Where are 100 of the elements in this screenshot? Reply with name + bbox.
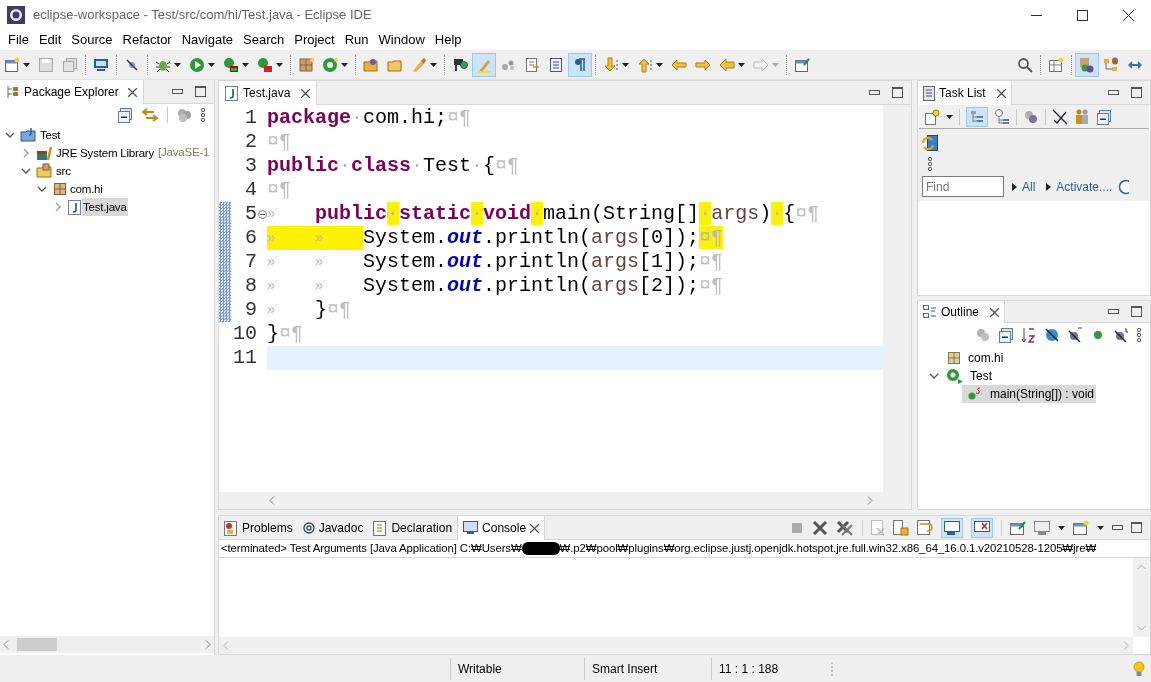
toggle-button[interactable] <box>941 517 963 538</box>
tree-item[interactable]: main(String[]) : void <box>962 385 1097 403</box>
caret-icon[interactable] <box>1058 525 1065 530</box>
panel-tab[interactable]: Problems <box>219 516 298 540</box>
chevron-right-icon[interactable] <box>54 202 62 212</box>
minimize-icon[interactable] <box>1108 90 1119 95</box>
chevron-down-icon[interactable] <box>37 185 47 193</box>
new-task-icon[interactable] <box>924 108 940 125</box>
tree-item[interactable]: JRE System Library <box>55 144 155 162</box>
chevron-right-icon[interactable] <box>22 148 30 158</box>
tree-item[interactable]: com.hi <box>69 180 104 198</box>
monitor-icon <box>974 520 990 535</box>
collapse-all-icon[interactable] <box>117 107 133 123</box>
minimize-icon[interactable] <box>1108 309 1119 314</box>
code-text: { <box>483 154 496 177</box>
line-end-mark: ¤¶ <box>795 202 820 225</box>
tree-item[interactable]: src <box>55 162 72 180</box>
maximize-icon[interactable] <box>1131 87 1142 98</box>
panel-tab[interactable]: Package Explorer <box>0 80 144 104</box>
minimize-icon[interactable] <box>869 90 880 95</box>
keyword: public <box>267 154 339 177</box>
open-perspective-icon <box>1048 56 1064 73</box>
toolbar-button[interactable] <box>1075 52 1099 77</box>
notepad-icon <box>923 85 935 101</box>
menu-item[interactable]: Refactor <box>117 30 177 50</box>
close-icon[interactable] <box>301 88 311 98</box>
activate-link[interactable]: Activate.... <box>1056 177 1113 196</box>
hide-local-icon[interactable] <box>1113 327 1129 343</box>
panel-tab[interactable]: Declaration <box>368 516 458 540</box>
caret-icon[interactable] <box>946 114 953 119</box>
maximize-icon[interactable] <box>195 86 206 97</box>
new-console-icon[interactable] <box>1073 519 1089 536</box>
pin-icon[interactable] <box>1010 519 1026 536</box>
editor-tab[interactable]: Test.java <box>219 81 318 105</box>
filter-icon[interactable] <box>1023 108 1039 125</box>
horizontal-scrollbar[interactable] <box>0 636 214 653</box>
minimize-icon[interactable] <box>172 89 183 94</box>
close-icon[interactable] <box>990 307 999 317</box>
chevron-down-icon[interactable] <box>21 167 31 175</box>
panel-tab[interactable]: Outline <box>918 301 1005 323</box>
toolbar-button[interactable] <box>568 52 592 77</box>
maximize-icon[interactable] <box>1131 522 1142 533</box>
monitor-icon[interactable] <box>1034 520 1050 535</box>
remove-all-icon[interactable] <box>836 519 854 536</box>
tree-item[interactable]: Test <box>39 126 62 144</box>
play-box-icon <box>223 56 239 73</box>
scheduled-hierarchy-icon[interactable] <box>994 108 1010 125</box>
tree-item[interactable]: com.hi <box>944 349 1006 367</box>
maximize-icon[interactable] <box>892 87 903 98</box>
word-wrap-icon[interactable] <box>917 519 933 536</box>
minimize-icon[interactable] <box>1112 525 1123 530</box>
sync-icon[interactable] <box>922 135 939 152</box>
menu-item[interactable]: Edit <box>33 30 67 50</box>
close-icon[interactable] <box>997 88 1006 98</box>
problems-icon <box>224 520 238 536</box>
sort-icon[interactable] <box>1021 327 1037 343</box>
triangle-icon[interactable] <box>1046 182 1052 191</box>
line-end-mark: ¤¶ <box>267 130 291 153</box>
scroll-thumb[interactable] <box>17 638 57 651</box>
collapse-all-icon[interactable] <box>998 327 1014 343</box>
close-icon[interactable] <box>530 523 540 533</box>
triangle-icon[interactable] <box>1012 182 1017 191</box>
toggle-button[interactable] <box>971 517 993 538</box>
chevron-down-icon[interactable] <box>5 131 15 139</box>
hide-static-icon[interactable] <box>1067 327 1083 343</box>
menu-item[interactable]: Source <box>66 30 118 50</box>
menu-item[interactable]: Help <box>429 30 467 50</box>
lightbulb-icon[interactable] <box>1133 660 1145 677</box>
panel-tab[interactable]: Task List <box>918 81 1012 105</box>
filter-icon[interactable] <box>176 107 192 123</box>
menu-item[interactable]: Project <box>289 30 340 50</box>
link-arrows-icon[interactable] <box>141 107 159 123</box>
menu-item[interactable]: Search <box>238 30 290 50</box>
play-toolbox-icon <box>257 56 273 73</box>
menu-item[interactable]: Navigate <box>176 30 238 50</box>
close-icon[interactable] <box>128 87 137 97</box>
toggle-button[interactable] <box>966 106 988 127</box>
status-field: Smart Insert <box>584 657 711 680</box>
tree-item[interactable]: Test.java <box>82 198 128 216</box>
tree-item[interactable]: Test <box>944 367 994 385</box>
maximize-icon[interactable] <box>1131 306 1142 317</box>
caret-icon[interactable] <box>1097 525 1104 530</box>
caret-icon <box>208 62 215 67</box>
remove-icon[interactable] <box>812 519 828 536</box>
menu-item[interactable]: Window <box>373 30 430 50</box>
panel-tab[interactable]: Javadoc <box>297 516 369 540</box>
collapse-all-icon[interactable] <box>1096 108 1112 125</box>
people-icon[interactable] <box>1074 108 1090 125</box>
find-field[interactable]: Find <box>922 176 1004 197</box>
hide-fields-icon[interactable] <box>1044 327 1060 343</box>
check-cross-icon[interactable] <box>1052 108 1068 125</box>
chevron-down-icon[interactable] <box>929 372 939 380</box>
variable-name: args <box>711 202 760 225</box>
menu-item[interactable]: Run <box>339 30 374 50</box>
menu-item[interactable]: File <box>3 30 34 50</box>
all-link[interactable]: All <box>1022 177 1036 196</box>
scroll-lock-icon[interactable] <box>893 519 909 536</box>
panel-tab[interactable]: Console <box>457 516 546 540</box>
collapse-icon[interactable] <box>257 209 267 219</box>
line-end-mark: ¤¶ <box>327 298 352 321</box>
